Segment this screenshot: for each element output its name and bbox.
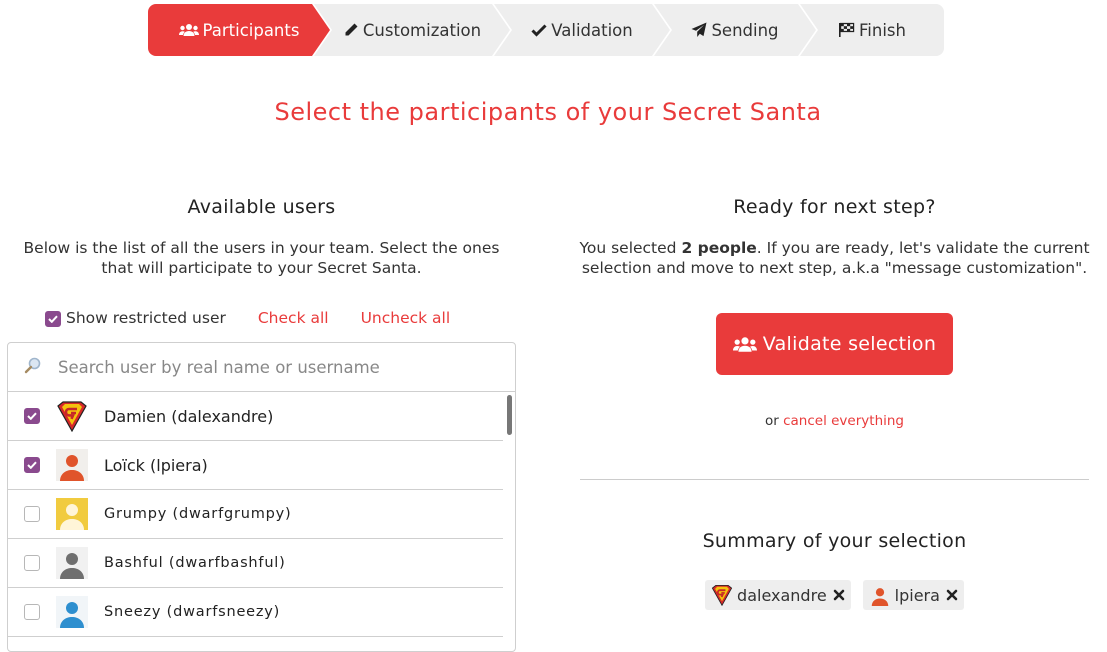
pencil-icon bbox=[343, 22, 359, 38]
selected-tag-dalexandre: dalexandre bbox=[705, 580, 851, 610]
summary-title: Summary of your selection bbox=[702, 530, 967, 552]
yellow-person-avatar bbox=[56, 498, 88, 530]
paper-plane-icon bbox=[691, 22, 707, 38]
show-restricted-label[interactable]: Show restricted user bbox=[66, 309, 226, 327]
superhero-logo-avatar bbox=[711, 584, 733, 607]
blue-person-avatar bbox=[56, 596, 88, 628]
selection-description: You selected 2 people. If you are ready,… bbox=[576, 238, 1093, 278]
user-row-dwarfbashful[interactable]: Bashful (dwarfbashful) bbox=[8, 539, 503, 588]
remove-icon[interactable] bbox=[833, 589, 845, 601]
user-row-dwarfsneezy[interactable]: Sneezy (dwarfsneezy) bbox=[8, 588, 503, 637]
user-row-lpiera[interactable]: Loïck (lpiera) bbox=[8, 441, 503, 490]
users-icon bbox=[732, 336, 763, 353]
user-name: Loïck (lpiera) bbox=[104, 455, 208, 475]
available-users-description: Below is the list of all the users in yo… bbox=[23, 239, 500, 277]
user-row-dalexandre[interactable]: Damien (dalexandre) bbox=[8, 392, 503, 441]
user-checkbox[interactable] bbox=[24, 457, 40, 473]
show-restricted-checkbox[interactable] bbox=[45, 311, 61, 327]
user-name: Sneezy (dwarfsneezy) bbox=[104, 604, 281, 620]
user-checkbox[interactable] bbox=[24, 604, 40, 620]
user-checkbox[interactable] bbox=[24, 408, 40, 424]
user-checkbox[interactable] bbox=[24, 506, 40, 522]
selected-count: 2 people bbox=[681, 239, 757, 257]
user-checkbox[interactable] bbox=[24, 555, 40, 571]
list-scrollbar[interactable] bbox=[507, 395, 512, 435]
validate-selection-button[interactable]: Validate selection bbox=[716, 313, 953, 375]
remove-icon[interactable] bbox=[946, 589, 958, 601]
uncheck-all-link[interactable]: Uncheck all bbox=[361, 309, 451, 327]
gray-person-avatar bbox=[56, 547, 88, 579]
tag-label: lpiera bbox=[894, 585, 940, 605]
search-bar bbox=[8, 343, 515, 392]
selected-tag-lpiera: lpiera bbox=[862, 580, 964, 610]
user-name: Grumpy (dwarfgrumpy) bbox=[104, 506, 292, 522]
step-participants[interactable]: Participants bbox=[148, 4, 330, 56]
step-sending[interactable]: Sending bbox=[654, 4, 816, 56]
or-text: or bbox=[765, 413, 784, 429]
step-label: Validation bbox=[551, 20, 633, 40]
selection-summary: dalexandre lpiera bbox=[580, 580, 1089, 610]
checkered-flag-icon bbox=[838, 22, 855, 38]
step-label: Finish bbox=[859, 20, 906, 40]
user-row-dwarfgrumpy[interactable]: Grumpy (dwarfgrumpy) bbox=[8, 490, 503, 539]
search-input[interactable] bbox=[56, 356, 486, 378]
tag-label: dalexandre bbox=[737, 585, 827, 605]
orange-person-avatar bbox=[56, 449, 88, 481]
step-customization[interactable]: Customization bbox=[314, 4, 510, 56]
search-icon bbox=[24, 356, 42, 378]
divider bbox=[580, 479, 1089, 480]
step-label: Sending bbox=[711, 20, 779, 40]
user-name: Damien (dalexandre) bbox=[104, 406, 274, 426]
validate-selection-label: Validate selection bbox=[762, 333, 937, 355]
list-controls: Show restricted user Check all Uncheck a… bbox=[45, 306, 450, 330]
check-all-link[interactable]: Check all bbox=[258, 309, 329, 327]
step-validation[interactable]: Validation bbox=[494, 4, 670, 56]
superhero-logo-avatar bbox=[56, 400, 88, 433]
page-title: Select the participants of your Secret S… bbox=[274, 98, 822, 126]
next-step-title: Ready for next step? bbox=[733, 196, 936, 218]
step-label: Participants bbox=[202, 20, 300, 40]
available-users-title: Available users bbox=[187, 196, 336, 218]
orange-person-avatar bbox=[869, 584, 891, 606]
user-name: Bashful (dwarfbashful) bbox=[104, 555, 286, 571]
user-list: Damien (dalexandre) Loïck (lpiera) Grump… bbox=[7, 342, 516, 652]
step-finish[interactable]: Finish bbox=[800, 4, 944, 56]
users-icon bbox=[179, 23, 199, 37]
cancel-line: or cancel everything bbox=[580, 413, 1089, 429]
selection-prefix: You selected bbox=[579, 239, 682, 257]
check-icon bbox=[531, 23, 547, 37]
step-label: Customization bbox=[362, 20, 482, 40]
wizard-stepper: Participants Customization Validation Se… bbox=[148, 4, 944, 56]
cancel-everything-link[interactable]: cancel everything bbox=[783, 413, 904, 429]
user-rows: Damien (dalexandre) Loïck (lpiera) Grump… bbox=[8, 392, 515, 637]
